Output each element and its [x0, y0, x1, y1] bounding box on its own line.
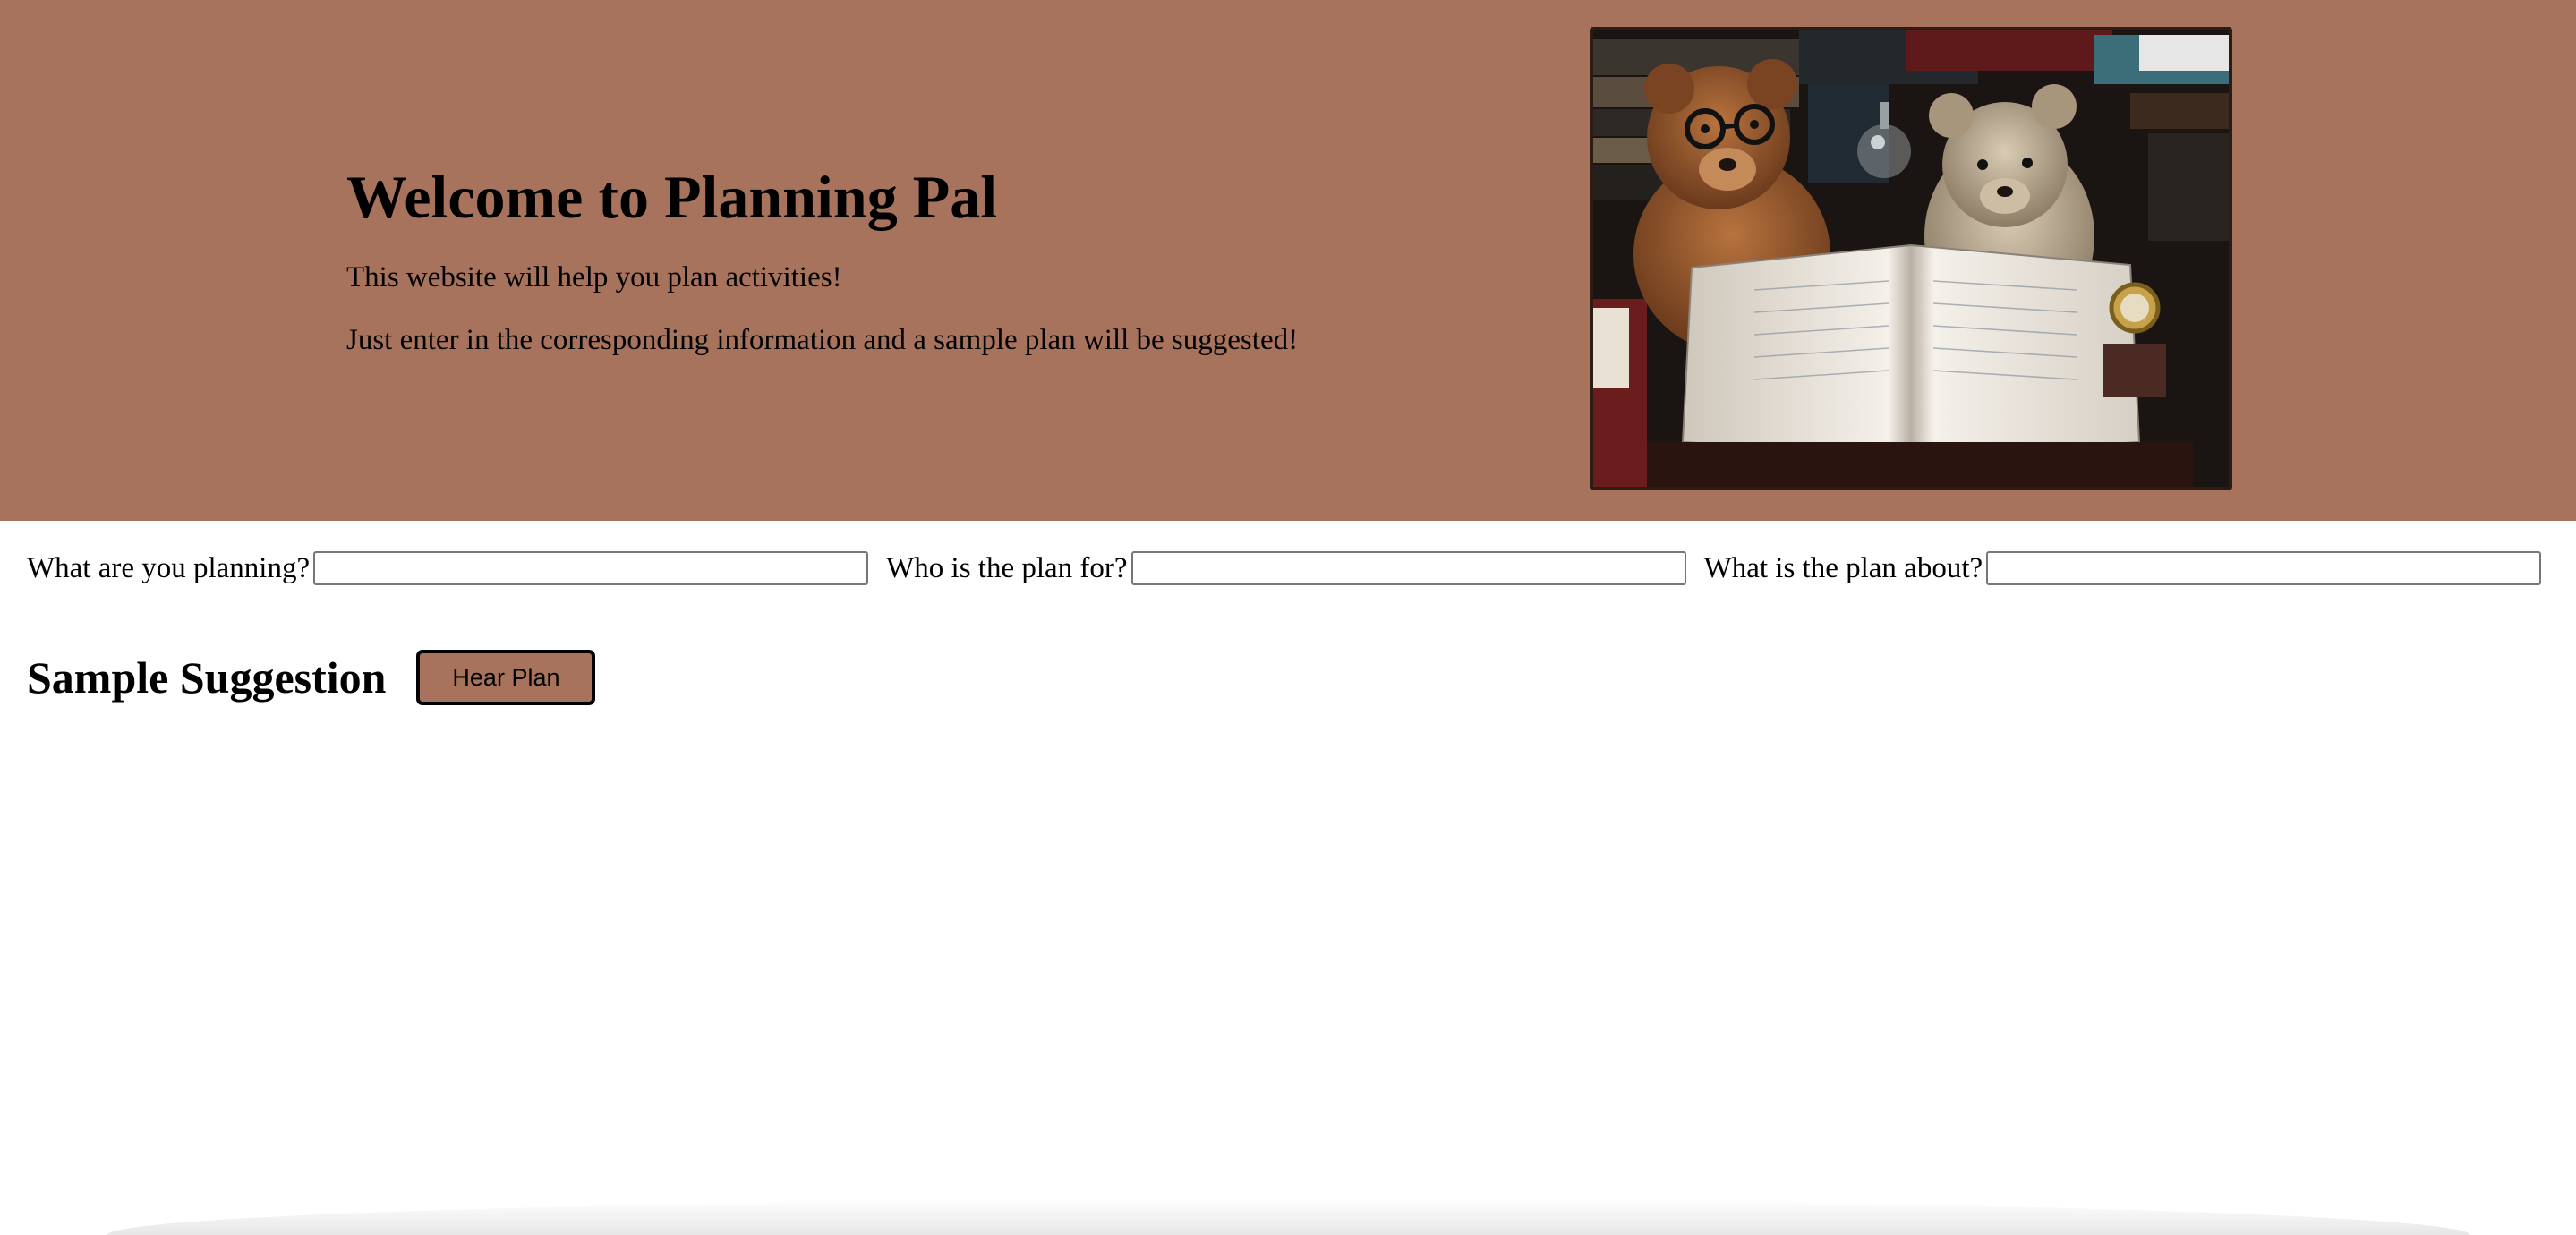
planning-about-input[interactable]: [1986, 551, 2542, 585]
planning-what-input[interactable]: [313, 551, 869, 585]
suggestion-section: Sample Suggestion Hear Plan: [27, 650, 596, 705]
bottom-shadow: [107, 1199, 2470, 1235]
instructions-paragraph: Just enter in the corresponding informat…: [346, 324, 1299, 356]
hero-banner: Welcome to Planning Pal This website wil…: [0, 0, 2576, 521]
plan-form: What are you planning? Who is the plan f…: [27, 548, 2559, 589]
photo-illustration: [1593, 30, 2229, 487]
teddy-bears-atlas-photo: [1590, 27, 2232, 490]
intro-paragraph: This website will help you plan activiti…: [346, 261, 842, 294]
hero-text: Welcome to Planning Pal This website wil…: [346, 158, 1510, 358]
planning-about-label: What is the plan about?: [1703, 552, 1983, 584]
hear-plan-button[interactable]: Hear Plan: [416, 650, 596, 705]
planning-who-label: Who is the plan for?: [886, 552, 1128, 584]
planning-what-label: What are you planning?: [27, 552, 311, 584]
planning-who-input[interactable]: [1130, 551, 1686, 585]
page-title: Welcome to Planning Pal: [346, 163, 998, 231]
suggestion-title: Sample Suggestion: [27, 652, 387, 703]
